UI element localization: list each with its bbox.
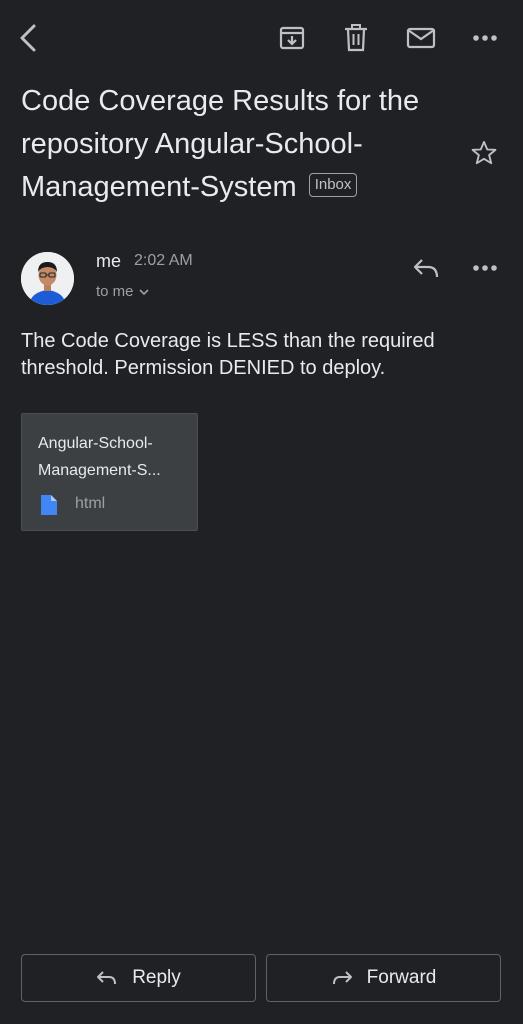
email-timestamp: 2:02 AM (134, 252, 193, 269)
more-options-button[interactable] (465, 18, 505, 58)
mark-unread-button[interactable] (401, 18, 441, 58)
email-body: The Code Coverage is LESS than the requi… (21, 330, 435, 379)
star-button[interactable] (464, 133, 504, 173)
attachment-card[interactable]: Angular-School-Management-S... html (21, 413, 198, 531)
message-more-button[interactable] (465, 248, 505, 288)
inbox-label-badge[interactable]: Inbox (308, 173, 358, 198)
archive-button[interactable] (272, 18, 312, 58)
trash-icon (345, 24, 367, 52)
archive-icon (279, 26, 305, 50)
forward-icon (332, 971, 352, 985)
avatar[interactable] (21, 252, 74, 305)
chevron-down-icon (138, 288, 149, 295)
sender-name: me (96, 251, 122, 271)
back-button[interactable] (9, 18, 49, 58)
mail-icon (406, 27, 436, 49)
recipient-text: to me (96, 283, 134, 300)
back-arrow-icon (20, 24, 36, 52)
attachment-name: Angular-School-Management-S... (38, 435, 161, 479)
reply-quick-button[interactable] (406, 248, 446, 288)
star-icon (471, 140, 497, 165)
more-icon (473, 35, 497, 41)
attachment-type: html (75, 495, 106, 512)
forward-button[interactable]: Forward (266, 954, 501, 1002)
file-icon (41, 495, 57, 515)
reply-icon (97, 971, 117, 985)
reply-label: Reply (132, 967, 181, 988)
forward-label: Forward (366, 967, 437, 988)
subject-text: Code Coverage Results for the repository… (21, 85, 420, 203)
reply-icon (413, 259, 439, 278)
sender-avatar-image (21, 252, 74, 305)
recipient-details-toggle[interactable]: to me (96, 283, 150, 300)
delete-button[interactable] (336, 18, 376, 58)
reply-button[interactable]: Reply (21, 954, 256, 1002)
email-subject: Code Coverage Results for the repository… (21, 80, 461, 209)
more-icon (473, 265, 497, 271)
